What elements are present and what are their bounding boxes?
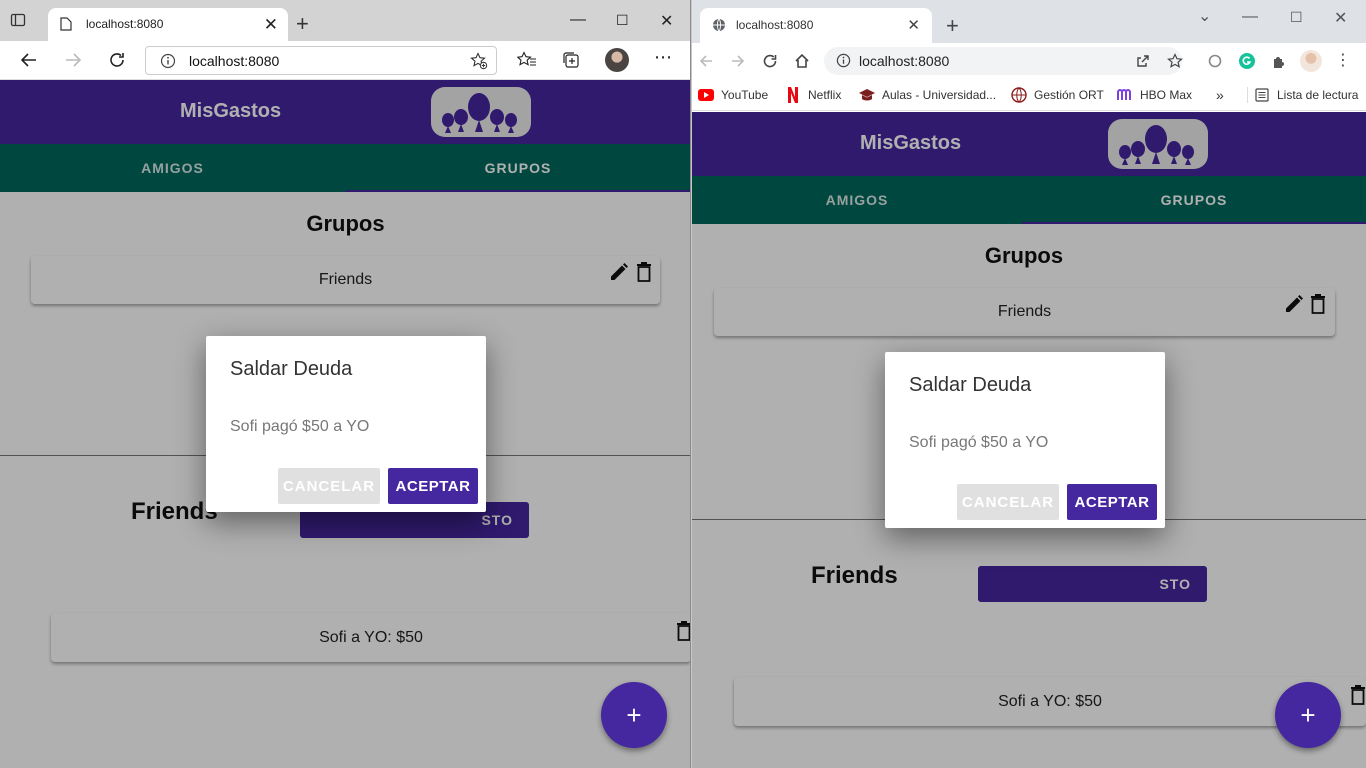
plus-icon: +	[626, 699, 642, 730]
bookmark-label: Aulas - Universidad...	[882, 88, 997, 102]
profile-avatar[interactable]	[1300, 50, 1322, 72]
extensions-icon[interactable]	[1268, 50, 1290, 72]
graduation-cap-icon	[859, 87, 875, 103]
profile-avatar[interactable]	[605, 48, 629, 72]
refresh-icon[interactable]	[106, 49, 128, 71]
dialog-body: Sofi pagó $50 a YO	[230, 418, 370, 435]
reading-list-icon	[1254, 87, 1270, 103]
cancel-button[interactable]: CANCELAR	[957, 484, 1059, 520]
globe-icon	[1011, 87, 1027, 103]
more-bookmarks-label: »	[1216, 87, 1224, 103]
tab-title: localhost:8080	[736, 18, 814, 32]
bookmark-label: Gestión ORT	[1034, 88, 1104, 102]
maximize-icon[interactable]: ☐	[616, 12, 629, 29]
forward-icon[interactable]	[727, 50, 749, 72]
address-bar[interactable]: localhost:8080	[824, 47, 1182, 75]
maximize-icon[interactable]: ☐	[1290, 9, 1303, 26]
globe-icon	[712, 18, 726, 37]
more-icon[interactable]: ⋮	[1332, 49, 1354, 71]
tab-actions-icon[interactable]	[10, 12, 38, 36]
info-icon[interactable]	[836, 53, 851, 73]
collections-icon[interactable]	[560, 49, 582, 71]
new-tab-icon[interactable]: +	[296, 11, 309, 37]
minimize-icon[interactable]: —	[570, 11, 586, 29]
grammarly-icon[interactable]	[1236, 50, 1258, 72]
minimize-icon[interactable]: —	[1242, 8, 1258, 26]
dialog-title: Saldar Deuda	[230, 358, 353, 380]
reading-list-label: Lista de lectura	[1277, 88, 1359, 102]
add-favorite-icon[interactable]	[470, 52, 488, 75]
accept-button[interactable]: ACEPTAR	[388, 468, 478, 504]
bookmark-label: HBO Max	[1140, 88, 1193, 102]
browser-window-left: localhost:8080 ✕ + — ☐ ✕ localhost:8080	[0, 0, 691, 768]
accept-button[interactable]: ACEPTAR	[1067, 484, 1157, 520]
info-icon[interactable]	[160, 53, 176, 74]
tab-search-icon[interactable]: ⌄	[1198, 6, 1211, 26]
bookmark-label: Netflix	[808, 88, 842, 102]
url-text: localhost:8080	[859, 53, 950, 69]
app-root: MisGastos AMIGOS GRUPOS Grupos Friends F…	[0, 80, 690, 768]
bookmarks-bar: YouTube Netflix Aulas - Universidad... G…	[692, 79, 1366, 111]
home-icon[interactable]	[791, 50, 813, 72]
more-bookmarks-icon[interactable]: »	[1216, 87, 1224, 103]
bookmark-netflix[interactable]: Netflix	[785, 87, 841, 103]
fab-add-button[interactable]: +	[601, 682, 667, 748]
saldar-deuda-dialog: Saldar Deuda Sofi pagó $50 a YO CANCELAR…	[885, 352, 1165, 528]
tab-strip: localhost:8080 ✕ + — ☐ ✕	[0, 0, 690, 41]
tab-title: localhost:8080	[86, 17, 164, 31]
dialog-title: Saldar Deuda	[909, 374, 1032, 396]
browser-tab[interactable]: localhost:8080 ✕	[700, 8, 932, 43]
app-root: MisGastos AMIGOS GRUPOS Grupos Friends F…	[692, 112, 1366, 768]
new-tab-icon[interactable]: +	[946, 13, 959, 39]
bookmark-label: YouTube	[721, 88, 769, 102]
bookmark-youtube[interactable]: YouTube	[698, 87, 768, 103]
plus-icon: +	[1300, 699, 1316, 730]
toolbar: localhost:8080 ⋮	[692, 43, 1366, 79]
saldar-deuda-dialog: Saldar Deuda Sofi pagó $50 a YO CANCELAR…	[206, 336, 486, 512]
bookmark-gestion-ort[interactable]: Gestión ORT	[1011, 87, 1104, 103]
close-icon[interactable]: ✕	[907, 16, 920, 34]
bookmark-star-icon[interactable]	[1164, 50, 1186, 72]
close-icon[interactable]: ✕	[264, 15, 278, 35]
more-icon[interactable]: ⋯	[652, 46, 674, 68]
address-bar[interactable]: localhost:8080	[145, 46, 497, 75]
extension-circle-icon[interactable]	[1204, 50, 1226, 72]
bookmark-hbo-max[interactable]: HBO Max	[1117, 87, 1192, 103]
toolbar: localhost:8080 ⋯	[0, 41, 690, 80]
hbo-icon	[1117, 87, 1133, 103]
favorites-icon[interactable]	[516, 49, 538, 71]
refresh-icon[interactable]	[759, 50, 781, 72]
cancel-button[interactable]: CANCELAR	[278, 468, 380, 504]
back-icon[interactable]	[695, 50, 717, 72]
window-close-icon[interactable]: ✕	[1334, 8, 1347, 28]
browser-tab[interactable]: localhost:8080 ✕	[48, 8, 288, 41]
back-icon[interactable]	[18, 49, 40, 71]
dialog-body: Sofi pagó $50 a YO	[909, 434, 1049, 451]
bookmark-aulas[interactable]: Aulas - Universidad...	[859, 87, 996, 103]
netflix-icon	[785, 87, 801, 103]
forward-icon[interactable]	[62, 49, 84, 71]
window-close-icon[interactable]: ✕	[660, 11, 673, 31]
url-text: localhost:8080	[189, 53, 280, 69]
page-icon	[60, 17, 72, 36]
fab-add-button[interactable]: +	[1275, 682, 1341, 748]
reading-list-button[interactable]: Lista de lectura	[1247, 87, 1358, 103]
tab-strip: localhost:8080 ✕ + ⌄ — ☐ ✕	[692, 0, 1366, 43]
share-icon[interactable]	[1132, 50, 1154, 72]
browser-window-right: localhost:8080 ✕ + ⌄ — ☐ ✕ localhost:808…	[692, 0, 1366, 768]
youtube-icon	[698, 87, 714, 103]
